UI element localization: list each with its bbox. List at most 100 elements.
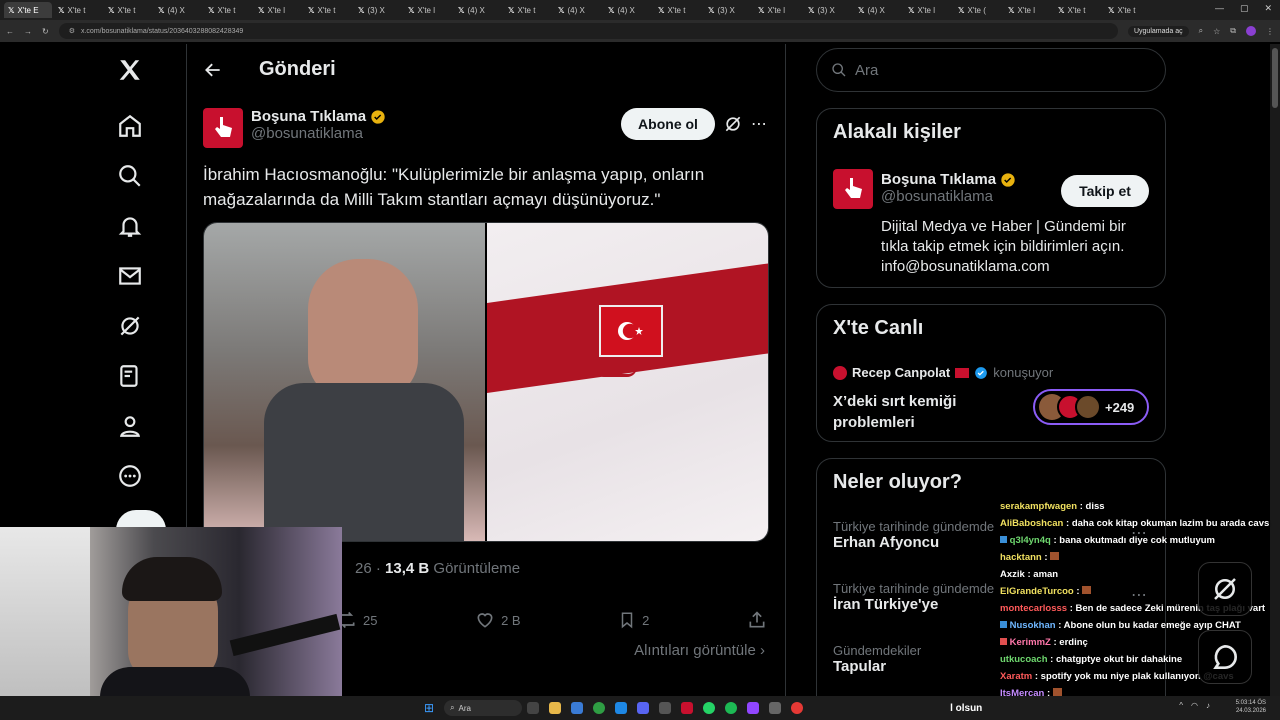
browser-tab[interactable]: 𝕏 X'te t	[204, 2, 252, 18]
browser-tab[interactable]: 𝕏 (3) X	[354, 2, 402, 18]
profile-icon[interactable]	[1246, 26, 1256, 36]
app-circle-icon[interactable]	[791, 702, 804, 714]
task-view-icon[interactable]	[527, 702, 540, 714]
more-options-icon[interactable]: ⋯	[751, 114, 767, 134]
browser-tab[interactable]: 𝕏 (3) X	[704, 2, 752, 18]
browser-tab[interactable]: 𝕏 X'te E	[4, 2, 52, 18]
home-icon[interactable]	[116, 112, 144, 140]
taskbar-search[interactable]: ⌕ Ara	[444, 700, 523, 716]
browser-tab[interactable]: 𝕏 (4) X	[604, 2, 652, 18]
twitch-icon[interactable]	[747, 702, 760, 714]
browser-tab[interactable]: 𝕏 (4) X	[154, 2, 202, 18]
photo-official[interactable]	[204, 223, 485, 541]
x-logo-icon[interactable]	[116, 56, 144, 84]
author-name-row[interactable]: Boşuna Tıklama	[251, 108, 386, 125]
bio-email[interactable]: info@bosunatiklama.com	[881, 257, 1157, 277]
tray-chevron-icon[interactable]: ^	[1179, 701, 1183, 710]
store-icon[interactable]	[571, 702, 584, 714]
minimize-icon[interactable]: —	[1215, 3, 1224, 14]
network-icon[interactable]: ◠	[1191, 701, 1198, 710]
browser-tab[interactable]: 𝕏 (3) X	[804, 2, 852, 18]
browser-menu-icon[interactable]: ⋮	[1266, 27, 1274, 36]
app-grey-icon[interactable]	[769, 702, 782, 714]
retweet-button[interactable]: 25	[337, 610, 377, 630]
back-arrow-icon[interactable]	[203, 60, 225, 82]
volume-icon[interactable]: ♪	[1206, 701, 1210, 710]
app-red-icon[interactable]	[681, 702, 694, 714]
extensions-icon[interactable]: ⧉	[1230, 26, 1236, 36]
browser-tab[interactable]: 𝕏 X'te l	[904, 2, 952, 18]
browser-tab[interactable]: 𝕏 (4) X	[454, 2, 502, 18]
url-field[interactable]: ⚙ x.com/bosunatiklama/status/20364032880…	[58, 23, 1118, 39]
related-handle[interactable]: @bosunatiklama	[881, 188, 1016, 205]
subscribe-button[interactable]: Abone ol	[621, 108, 715, 140]
site-info-icon[interactable]: ⚙	[69, 27, 75, 35]
bookmark-button[interactable]: 2	[618, 610, 649, 630]
spotify-icon[interactable]	[725, 702, 738, 714]
related-name-row[interactable]: Boşuna Tıklama	[881, 171, 1016, 188]
author-avatar[interactable]	[203, 108, 243, 148]
listeners-pill[interactable]: +249	[1033, 389, 1149, 425]
edge-icon[interactable]	[615, 702, 628, 714]
more-circle-icon[interactable]	[116, 462, 144, 490]
browser-tab[interactable]: 𝕏 X'te t	[1104, 2, 1152, 18]
messages-mail-icon[interactable]	[116, 262, 144, 290]
author-name[interactable]: Boşuna Tıklama	[251, 108, 366, 125]
back-nav-icon[interactable]: ←	[6, 27, 14, 36]
view-quotes-link[interactable]: Alıntıları görüntüle ›	[634, 642, 765, 659]
file-explorer-icon[interactable]	[549, 702, 562, 714]
explore-search-icon[interactable]	[116, 162, 144, 190]
browser-tab[interactable]: 𝕏 (4) X	[854, 2, 902, 18]
tweet-media[interactable]	[203, 222, 769, 542]
scroll-thumb[interactable]	[1272, 48, 1278, 108]
windows-start-icon[interactable]: ⊞	[424, 701, 434, 715]
browser-tab[interactable]: 𝕏 X'te t	[654, 2, 702, 18]
browser-tab[interactable]: 𝕏 X'te l	[404, 2, 452, 18]
related-name[interactable]: Boşuna Tıklama	[881, 171, 996, 188]
search-input[interactable]: Ara	[816, 48, 1166, 92]
like-button[interactable]: 2 B	[475, 610, 521, 630]
discord-icon[interactable]	[637, 702, 650, 714]
whatsapp-icon[interactable]	[703, 702, 716, 714]
live-host-row[interactable]: Recep Canpolat konuşuyor	[833, 365, 1053, 380]
tab-label: X'te l	[1017, 5, 1035, 15]
zoom-icon[interactable]: ⌕	[1199, 26, 1203, 36]
share-button[interactable]	[747, 610, 767, 630]
trend-item[interactable]: Gündemdekiler Tapular	[833, 643, 921, 675]
open-in-app-button[interactable]: Uygulamada aç	[1127, 25, 1189, 37]
browser-tab[interactable]: 𝕏 X'te t	[54, 2, 102, 18]
photo-jersey[interactable]	[485, 223, 768, 541]
messages-float-button[interactable]	[1198, 630, 1252, 684]
reload-icon[interactable]: ↻	[42, 27, 49, 36]
grok-float-button[interactable]	[1198, 562, 1252, 616]
bookmark-star-icon[interactable]: ☆	[1213, 27, 1220, 36]
live-topic[interactable]: X’deki sırt kemiği problemleri	[833, 391, 956, 433]
browser-tab[interactable]: 𝕏 X'te t	[504, 2, 552, 18]
browser-tab[interactable]: 𝕏 X'te t	[304, 2, 352, 18]
chrome-icon[interactable]	[593, 702, 606, 714]
related-avatar[interactable]	[833, 169, 873, 209]
close-icon[interactable]: ✕	[1264, 3, 1272, 14]
maximize-icon[interactable]: ▢	[1240, 3, 1249, 14]
forward-nav-icon[interactable]: →	[24, 27, 32, 36]
browser-tab[interactable]: 𝕏 X'te t	[1054, 2, 1102, 18]
follow-button[interactable]: Takip et	[1061, 175, 1149, 207]
lists-icon[interactable]	[116, 362, 144, 390]
taskbar-clock[interactable]: 5:03:14 ÖS 24.03.2026	[1236, 699, 1266, 715]
profile-person-icon[interactable]	[116, 412, 144, 440]
trend-meta: Türkiye tarihinde gündemde	[833, 519, 995, 534]
browser-tab[interactable]: 𝕏 (4) X	[554, 2, 602, 18]
browser-tab[interactable]: 𝕏 X'te l	[254, 2, 302, 18]
tab-label: X'te t	[517, 5, 536, 15]
browser-tab[interactable]: 𝕏 X'te l	[1004, 2, 1052, 18]
obs-icon[interactable]	[659, 702, 672, 714]
trend-item[interactable]: Türkiye tarihinde gündemde Erhan Afyoncu	[833, 519, 994, 551]
browser-tab[interactable]: 𝕏 X'te (	[954, 2, 1002, 18]
author-handle[interactable]: @bosunatiklama	[251, 125, 386, 142]
grok-icon[interactable]	[116, 312, 144, 340]
notifications-bell-icon[interactable]	[116, 212, 144, 240]
grok-explain-icon[interactable]	[723, 114, 743, 139]
trend-item[interactable]: Türkiye tarihinde gündemde İran Türkiye'…	[833, 581, 994, 613]
browser-tab[interactable]: 𝕏 X'te t	[104, 2, 152, 18]
browser-tab[interactable]: 𝕏 X'te l	[754, 2, 802, 18]
